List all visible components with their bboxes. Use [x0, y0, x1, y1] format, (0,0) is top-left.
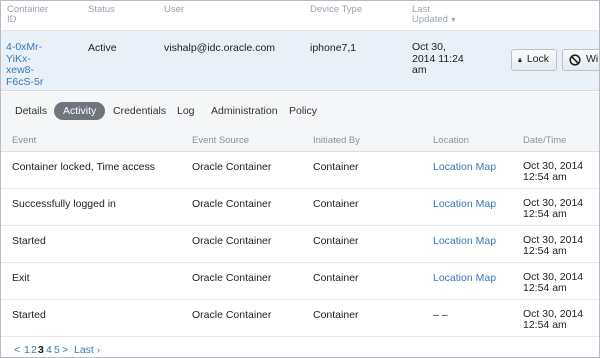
location-map-link[interactable]: Location Map [433, 235, 496, 247]
event-cell: Exit [12, 272, 30, 284]
header-device-type[interactable]: Device Type [310, 5, 362, 15]
location-map-link[interactable]: Location Map [433, 198, 496, 210]
page-link-2[interactable]: 2 [31, 344, 37, 356]
container-status: Active [88, 42, 117, 54]
sort-down-icon: ▼ [449, 17, 457, 24]
tab-activity[interactable]: Activity [54, 102, 106, 120]
no-entry-icon [569, 54, 581, 66]
initiated-by-cell: Container [313, 198, 359, 210]
initiated-by-cell: Container [313, 309, 359, 321]
table-row[interactable]: Container locked, Time access Oracle Con… [1, 152, 599, 189]
event-cell: Started [12, 309, 46, 321]
date-time-cell: Oct 30, 2014 12:54 am [523, 308, 584, 331]
event-source-cell: Oracle Container [192, 198, 272, 210]
last-page-link[interactable]: Last › [74, 344, 100, 356]
event-cell: Container locked, Time access [12, 161, 155, 173]
current-page: 3 [38, 344, 44, 356]
wipe-button-label: Wi [586, 53, 599, 65]
event-source-cell: Oracle Container [192, 235, 272, 247]
tab-details[interactable]: Details [13, 102, 49, 120]
container-last-updated: Oct 30, 2014 11:24 am [412, 41, 464, 76]
header-container-id[interactable]: Container ID [7, 5, 48, 25]
page-link-4[interactable]: 4 [46, 344, 52, 356]
header-last-updated[interactable]: Last Updated ▼ [412, 5, 462, 26]
pagination: < 1 2 3 4 5 > Last › [1, 340, 599, 357]
location-map-link[interactable]: Location Map [433, 161, 496, 173]
event-source-cell: Oracle Container [192, 309, 272, 321]
event-cell: Started [12, 235, 46, 247]
lock-button-label: Lock [526, 53, 549, 65]
activity-table-body: Container locked, Time access Oracle Con… [1, 152, 599, 337]
next-page-link[interactable]: > [62, 344, 68, 356]
date-time-cell: Oct 30, 2014 12:54 am [523, 234, 584, 257]
container-details-panel: Container ID Status User Device Type Las… [0, 0, 600, 358]
wipe-button[interactable]: Wi [562, 49, 599, 71]
tab-credentials[interactable]: Credentials [111, 102, 168, 120]
container-device-type: iphone7,1 [310, 42, 357, 54]
table-row[interactable]: Started Oracle Container Container – – O… [1, 300, 599, 337]
table-row[interactable]: Started Oracle Container Container Locat… [1, 226, 599, 263]
header-location[interactable]: Location [433, 135, 469, 146]
header-initiated-by[interactable]: Initiated By [313, 135, 360, 146]
header-event[interactable]: Event [12, 135, 36, 146]
tab-log[interactable]: Log [175, 102, 197, 120]
page-link-1[interactable]: 1 [24, 344, 30, 356]
initiated-by-cell: Container [313, 161, 359, 173]
event-source-cell: Oracle Container [192, 272, 272, 284]
container-user: vishalp@idc.oracle.com [164, 42, 276, 54]
initiated-by-cell: Container [313, 235, 359, 247]
date-time-cell: Oct 30, 2014 12:54 am [523, 197, 584, 220]
table-row[interactable]: Successfully logged in Oracle Container … [1, 189, 599, 226]
header-event-source[interactable]: Event Source [192, 135, 249, 146]
header-user[interactable]: User [164, 5, 184, 15]
location-map-link[interactable]: Location Map [433, 272, 496, 284]
table-row[interactable]: Exit Oracle Container Container Location… [1, 263, 599, 300]
container-row[interactable]: 4-0xMr-YiKx-xew8-F6cS-5r Active vishalp@… [1, 31, 599, 91]
lock-icon [518, 57, 522, 63]
header-status[interactable]: Status [88, 5, 115, 15]
previous-page-link[interactable]: < [14, 344, 20, 356]
page-link-5[interactable]: 5 [54, 344, 60, 356]
detail-tabs: Details Activity Credentials Log Adminis… [1, 92, 599, 128]
tab-policy[interactable]: Policy [287, 102, 319, 120]
container-id-link[interactable]: 4-0xMr-YiKx-xew8-F6cS-5r [6, 41, 56, 88]
header-date-time[interactable]: Date/Time [523, 135, 566, 146]
event-source-cell: Oracle Container [192, 161, 272, 173]
date-time-cell: Oct 30, 2014 12:54 am [523, 160, 584, 183]
containers-table-header: Container ID Status User Device Type Las… [1, 1, 599, 31]
initiated-by-cell: Container [313, 272, 359, 284]
event-cell: Successfully logged in [12, 198, 116, 210]
header-last-updated-label: Last Updated [412, 4, 448, 25]
tab-administration[interactable]: Administration [209, 102, 280, 120]
date-time-cell: Oct 30, 2014 12:54 am [523, 271, 584, 294]
activity-table-header: Event Event Source Initiated By Location… [1, 128, 599, 152]
lock-button[interactable]: Lock [511, 49, 557, 71]
location-empty-cell: – – [433, 309, 448, 321]
